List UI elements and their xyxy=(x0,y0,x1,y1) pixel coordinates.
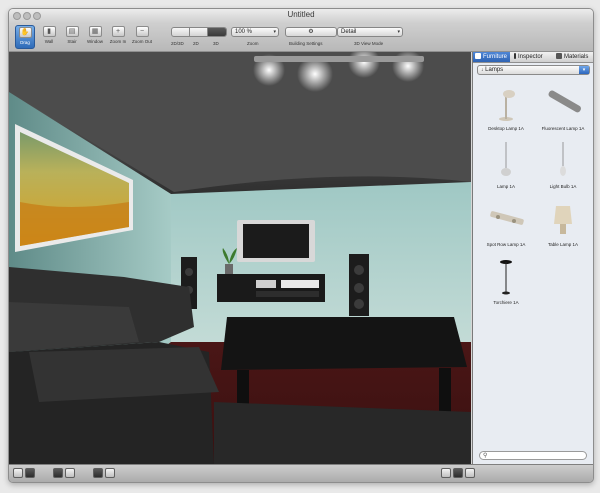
title-bar: Untitled xyxy=(9,9,593,23)
zoom-out-icon: − xyxy=(135,26,149,37)
window-tool-button[interactable]: ▦ Window xyxy=(85,25,105,49)
building-settings-button[interactable]: ⚙ xyxy=(285,27,337,37)
chevron-down-icon: ▾ xyxy=(273,29,276,35)
library-sidebar: Furniture Inspector Materials ↓ Lamps ▾ … xyxy=(472,52,593,464)
tab-inspector-label: Inspector xyxy=(518,54,543,60)
window-icon: ▦ xyxy=(88,26,102,37)
spot-row-lamp-icon xyxy=(490,211,524,225)
tab-furniture-label: Furniture xyxy=(483,54,508,60)
fluorescent-lamp-icon xyxy=(548,90,581,113)
torchiere-icon xyxy=(500,260,512,295)
furniture-item[interactable]: Desktop Lamp 1A xyxy=(478,82,534,138)
tab-materials-label: Materials xyxy=(564,54,589,60)
drag-tool-button[interactable]: ✋ Drag xyxy=(15,25,35,49)
zoom-in-label: Zoom In xyxy=(109,39,127,44)
3d-room-render xyxy=(9,52,471,464)
3d-view-mode-label: 3D View Mode xyxy=(354,41,384,46)
item-label: Desktop Lamp 1A xyxy=(488,126,524,131)
stair-icon: ▤ xyxy=(65,26,79,37)
view-mode-3d-segment[interactable] xyxy=(208,28,226,36)
zoom-value: 100 % xyxy=(235,29,253,35)
furniture-item[interactable]: Torchiere 1A xyxy=(478,256,534,312)
stair-tool-button[interactable]: ▤ Stair xyxy=(62,25,82,49)
zoom-in-icon: + xyxy=(111,26,125,37)
tab-furniture[interactable]: Furniture xyxy=(473,52,510,62)
app-window: Untitled ✋ Drag ▮ Wall ▤ Stair ▦ Window … xyxy=(8,8,594,483)
furniture-item[interactable]: Lamp 1A xyxy=(478,140,534,196)
3d-viewport[interactable] xyxy=(9,52,471,464)
eye-icon[interactable] xyxy=(105,468,115,478)
stair-tool-label: Stair xyxy=(67,39,77,44)
3d-view-mode-popup[interactable]: Detail ▾ xyxy=(337,27,403,37)
light-bulb-icon xyxy=(560,142,566,176)
view-mode-2d-label: 2D xyxy=(193,41,199,46)
photo-icon[interactable] xyxy=(453,468,463,478)
add-button[interactable] xyxy=(13,468,23,478)
person-icon[interactable] xyxy=(441,468,451,478)
chevron-down-icon: ▾ xyxy=(579,66,589,74)
zoom-out-button[interactable]: − Zoom Out xyxy=(132,25,152,49)
furniture-item[interactable]: Fluorescent Lamp 1A xyxy=(535,82,591,138)
search-field[interactable]: ⚲ xyxy=(479,451,587,460)
item-label: Light Bulb 1A xyxy=(549,184,577,189)
grid-icon[interactable] xyxy=(65,468,75,478)
category-lamp-icon: ↓ xyxy=(481,67,484,73)
furniture-item[interactable]: Spot Row Lamp 1A xyxy=(478,198,534,254)
desktop-lamp-icon xyxy=(499,90,515,121)
item-label: Table Lamp 1A xyxy=(547,242,579,247)
info-icon xyxy=(514,53,516,59)
search-icon: ⚲ xyxy=(483,453,488,459)
layers-icon[interactable] xyxy=(53,468,63,478)
item-label: Lamp 1A xyxy=(496,184,515,189)
bottom-bar xyxy=(9,464,593,482)
hand-icon: ✋ xyxy=(18,27,32,38)
view-mode-3d-label: 3D xyxy=(213,41,219,46)
window-tool-label: Window xyxy=(86,39,103,44)
category-popup[interactable]: ↓ Lamps ▾ xyxy=(477,65,590,75)
wall-tool-button[interactable]: ▮ Wall xyxy=(39,25,59,49)
gear-icon: ⚙ xyxy=(308,29,314,35)
toolbar: ✋ Drag ▮ Wall ▤ Stair ▦ Window + Zoom In… xyxy=(9,23,593,52)
item-label: Spot Row Lamp 1A xyxy=(486,242,526,247)
furniture-icon xyxy=(475,53,481,59)
chevron-down-icon: ▾ xyxy=(397,29,400,35)
zoom-popup[interactable]: 100 % ▾ xyxy=(231,27,279,37)
view-mode-2d3d-segment[interactable] xyxy=(172,28,190,36)
wall-icon: ▮ xyxy=(42,26,56,37)
movie-icon[interactable] xyxy=(465,468,475,478)
category-value: Lamps xyxy=(485,67,504,73)
item-label: Fluorescent Lamp 1A xyxy=(541,126,585,131)
zoom-label: Zoom xyxy=(247,41,259,46)
zoom-in-button[interactable]: + Zoom In xyxy=(108,25,128,49)
drag-tool-label: Drag xyxy=(20,40,30,45)
camera-icon[interactable] xyxy=(25,468,35,478)
sidebar-tabs: Furniture Inspector Materials xyxy=(473,52,593,63)
furniture-item[interactable]: Light Bulb 1A xyxy=(535,140,591,196)
tab-inspector[interactable]: Inspector xyxy=(512,52,552,62)
item-label: Torchiere 1A xyxy=(493,300,519,305)
walk-icon[interactable] xyxy=(93,468,103,478)
building-settings-label: Building Settings xyxy=(289,41,323,46)
furniture-item[interactable]: Table Lamp 1A xyxy=(535,198,591,254)
3d-view-mode-value: Detail xyxy=(341,29,357,35)
search-input[interactable] xyxy=(492,452,582,459)
wall-tool-label: Wall xyxy=(44,39,54,44)
pendant-lamp-icon xyxy=(501,142,511,176)
table-lamp-icon xyxy=(554,206,572,234)
tab-materials[interactable]: Materials xyxy=(554,52,593,62)
zoom-out-label: Zoom Out xyxy=(132,39,153,44)
window-title: Untitled xyxy=(287,10,315,19)
view-mode-segmented-control[interactable] xyxy=(171,27,227,37)
materials-icon xyxy=(556,53,562,59)
view-mode-2d3d-label: 2D/3D xyxy=(171,41,184,46)
view-mode-2d-segment[interactable] xyxy=(190,28,208,36)
